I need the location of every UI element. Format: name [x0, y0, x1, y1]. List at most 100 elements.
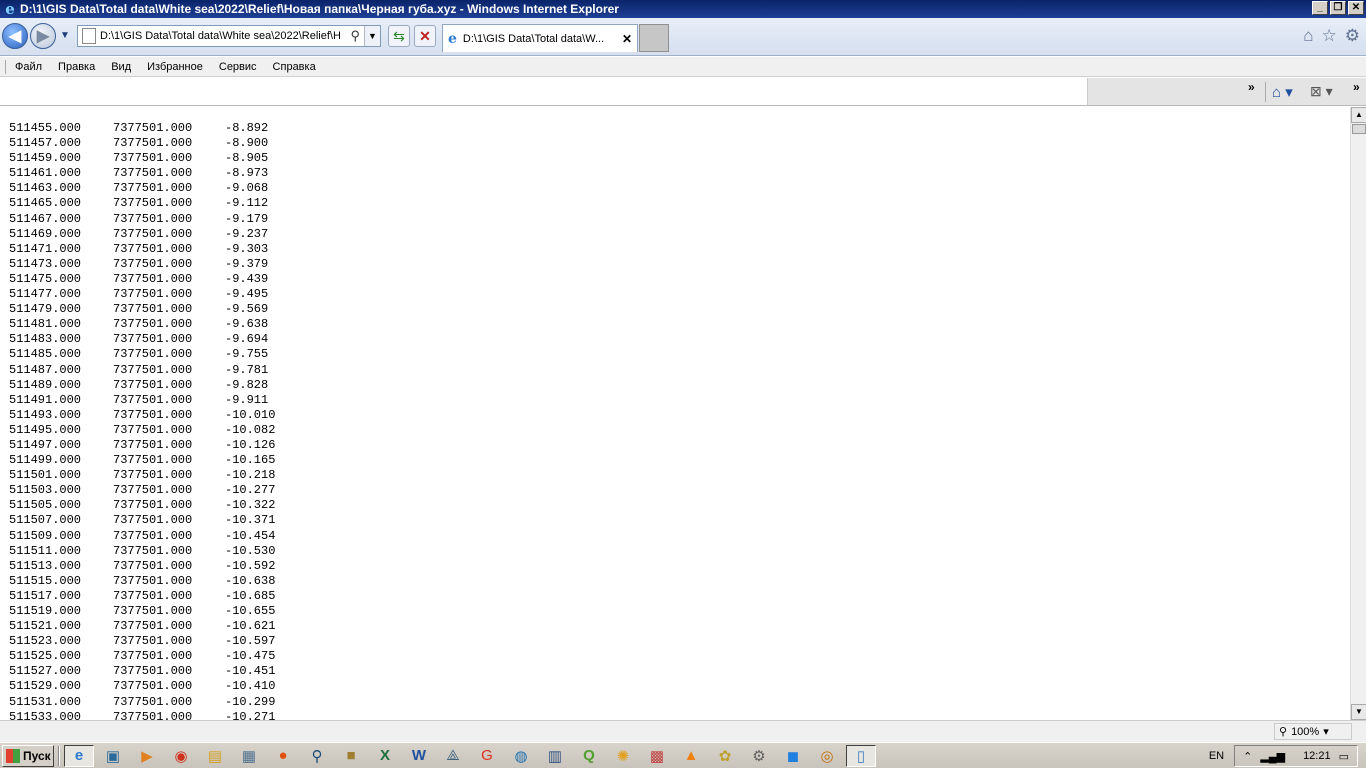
sun-icon[interactable]: ✺	[608, 745, 638, 767]
x-value: 511533.000	[9, 709, 82, 720]
x-value: 511461.000	[9, 166, 82, 181]
zoom-dropdown-icon[interactable]: ▾	[1323, 725, 1329, 738]
pdf-icon[interactable]: G	[472, 745, 502, 767]
minimize-button[interactable]: _	[1312, 1, 1328, 15]
menu-tools[interactable]: Сервис	[219, 61, 257, 73]
chrome-icon[interactable]: ◉	[166, 745, 196, 767]
back-button[interactable]: ◀	[2, 23, 28, 49]
data-row: 511489.000 7377501.000 -9.828	[9, 378, 275, 393]
film-icon[interactable]: ▥	[540, 745, 570, 767]
data-row: 511521.000 7377501.000 -10.621	[9, 619, 275, 634]
scroll-up-icon[interactable]: ▲	[1351, 107, 1366, 123]
maximize-button[interactable]: ❐	[1330, 1, 1346, 15]
y-value: 7377501.000	[113, 271, 193, 286]
firefox-icon[interactable]: ●	[268, 745, 298, 767]
y-value: 7377501.000	[113, 422, 193, 437]
calculator-icon[interactable]: ▦	[234, 745, 264, 767]
close-window-button[interactable]: ✕	[1348, 1, 1364, 15]
y-value: 7377501.000	[113, 196, 193, 211]
scroll-thumb[interactable]	[1352, 124, 1366, 134]
media-player-icon[interactable]: ▶	[132, 745, 162, 767]
globe-icon[interactable]: ◍	[506, 745, 536, 767]
signal-icon[interactable]: ▂▄▆	[1260, 750, 1285, 763]
more-favorites-chevron-icon[interactable]: »	[1248, 80, 1255, 94]
z-value: -10.082	[225, 422, 276, 437]
record-icon[interactable]: ◎	[812, 745, 842, 767]
data-row: 511533.000 7377501.000 -10.271	[9, 710, 275, 720]
more-commands-chevron-icon[interactable]: »	[1353, 80, 1360, 94]
menu-view[interactable]: Вид	[111, 61, 131, 73]
z-value: -10.597	[225, 634, 276, 649]
desktop-icon[interactable]: ▣	[98, 745, 128, 767]
excel-icon[interactable]: X	[370, 745, 400, 767]
home-icon[interactable]: ⌂	[1303, 26, 1313, 46]
y-value: 7377501.000	[113, 453, 193, 468]
word-icon[interactable]: W	[404, 745, 434, 767]
app-icon[interactable]: ▩	[642, 745, 672, 767]
y-value: 7377501.000	[113, 543, 193, 558]
y-value: 7377501.000	[113, 347, 193, 362]
vertical-scrollbar[interactable]: ▲ ▼	[1350, 107, 1366, 720]
y-value: 7377501.000	[113, 528, 193, 543]
internet-explorer-icon[interactable]: e	[64, 744, 94, 767]
z-value: -10.530	[225, 543, 276, 558]
x-value: 511481.000	[9, 317, 82, 332]
favorites-star-icon[interactable]: ☆	[1322, 26, 1337, 46]
new-tab-button[interactable]	[639, 24, 669, 52]
rss-feed-icon[interactable]: ⊠ ▾	[1310, 83, 1333, 100]
vlc-icon[interactable]: ▲	[676, 745, 706, 767]
settings-icon[interactable]: ⚙	[744, 745, 774, 767]
z-value: -10.271	[225, 709, 276, 720]
data-row: 511463.000 7377501.000 -9.068	[9, 181, 275, 196]
menu-help[interactable]: Справка	[273, 61, 316, 73]
package-icon[interactable]: ■	[336, 745, 366, 767]
start-button[interactable]: Пуск	[2, 744, 54, 767]
menu-edit[interactable]: Правка	[58, 61, 95, 73]
address-dropdown-icon[interactable]: ▼	[364, 26, 380, 46]
x-value: 511479.000	[9, 302, 82, 317]
zoom-level: 100%	[1291, 725, 1320, 738]
menu-file[interactable]: Файл	[15, 61, 42, 73]
action-center-icon[interactable]: ▭	[1339, 750, 1349, 763]
y-value: 7377501.000	[113, 287, 193, 302]
zoom-control[interactable]: ⚲ 100% ▾	[1274, 723, 1352, 740]
network-icon[interactable]: ⟁	[438, 745, 468, 767]
z-value: -10.592	[225, 558, 276, 573]
qgis-search-icon[interactable]: ⚲	[302, 745, 332, 767]
clock[interactable]: 12:21	[1303, 750, 1331, 762]
address-input[interactable]: D:\1\GIS Data\Total data\White sea\2022\…	[100, 30, 340, 42]
x-value: 511509.000	[9, 528, 82, 543]
x-value: 511529.000	[9, 679, 82, 694]
home-page-icon[interactable]: ⌂ ▾	[1272, 83, 1293, 101]
data-row: 511519.000 7377501.000 -10.655	[9, 604, 275, 619]
close-tab-icon[interactable]: ✕	[622, 32, 632, 46]
recent-pages-dropdown-icon[interactable]: ▼	[60, 30, 70, 41]
gear-icon[interactable]: ⚙	[1345, 26, 1360, 46]
z-value: -9.179	[225, 211, 269, 226]
palette-icon[interactable]: ✿	[710, 745, 740, 767]
language-indicator[interactable]: EN	[1209, 750, 1224, 762]
zoom-app-icon[interactable]: ◼	[778, 745, 808, 767]
x-value: 511503.000	[9, 483, 82, 498]
page-icon	[82, 28, 96, 44]
forward-button[interactable]: ▶	[30, 23, 56, 49]
x-value: 511513.000	[9, 558, 82, 573]
y-value: 7377501.000	[113, 377, 193, 392]
ie-logo-icon: e	[5, 0, 15, 18]
data-row: 511465.000 7377501.000 -9.112	[9, 196, 275, 211]
notepad-icon[interactable]: ▯	[846, 744, 876, 767]
x-value: 511497.000	[9, 437, 82, 452]
address-bar[interactable]: D:\1\GIS Data\Total data\White sea\2022\…	[77, 25, 381, 47]
show-hidden-icons-icon[interactable]: ⌃	[1243, 750, 1252, 763]
z-value: -9.379	[225, 256, 269, 271]
data-row: 511473.000 7377501.000 -9.379	[9, 257, 275, 272]
refresh-button[interactable]: ⇆	[388, 25, 410, 47]
search-icon[interactable]: ⚲	[350, 28, 360, 44]
scroll-down-icon[interactable]: ▼	[1351, 704, 1366, 720]
x-value: 511525.000	[9, 649, 82, 664]
qgis-icon[interactable]: Q	[574, 745, 604, 767]
tab-current[interactable]: e D:\1\GIS Data\Total data\W... ✕	[442, 24, 638, 52]
menu-favorites[interactable]: Избранное	[147, 61, 203, 73]
explorer-folder-icon[interactable]: ▤	[200, 745, 230, 767]
stop-button[interactable]: ✕	[414, 25, 436, 47]
